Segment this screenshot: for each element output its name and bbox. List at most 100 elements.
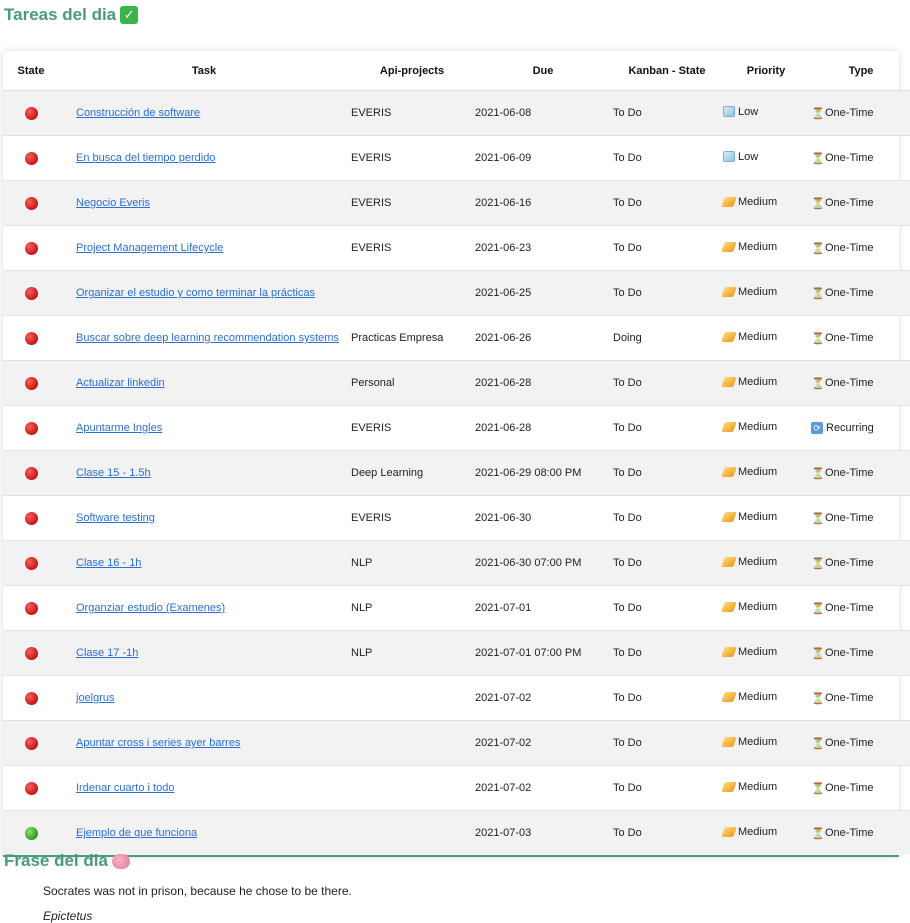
type-label: Recurring — [826, 422, 874, 435]
due-cell: 2021-06-08 — [474, 90, 612, 136]
type-label: One-Time — [825, 557, 874, 569]
priority-medium-icon — [722, 332, 737, 342]
project-cell: EVERIS — [350, 225, 474, 271]
state-cell — [3, 495, 59, 541]
task-link[interactable]: Apuntarme Ingles — [76, 422, 162, 434]
state-cell — [3, 90, 59, 136]
priority-label: Medium — [738, 691, 778, 703]
task-cell: Construcción de software — [59, 90, 350, 136]
hourglass-icon: ⏳ — [811, 467, 825, 480]
task-link[interactable]: Organziar estudio (Examenes) — [76, 602, 225, 614]
priority-medium-icon — [722, 377, 737, 387]
type-cell: ⏳ One-Time — [810, 720, 910, 766]
kanban-state-cell: To Do — [612, 630, 722, 676]
due-cell: 2021-06-29 08:00 PM — [474, 450, 612, 496]
task-link[interactable]: Clase 17 -1h — [76, 647, 138, 659]
priority-medium-icon — [722, 557, 737, 567]
priority-medium-icon — [722, 827, 737, 837]
type-label: One-Time — [825, 782, 874, 794]
kanban-state-cell: Doing — [612, 315, 722, 361]
column-header-project[interactable]: Api-projects — [350, 51, 474, 91]
column-header-task[interactable]: Task — [59, 51, 350, 91]
table-row: Buscar sobre deep learning recommendatio… — [3, 315, 910, 361]
priority-label: Medium — [738, 376, 778, 388]
priority-label: Medium — [738, 556, 778, 568]
type-label: One-Time — [825, 287, 874, 299]
red-status-dot-icon — [24, 151, 38, 165]
column-header-type[interactable]: Type — [810, 51, 910, 91]
task-cell: Ejemplo de que funciona — [59, 810, 350, 855]
priority-cell: Low — [722, 135, 810, 181]
task-link[interactable]: Clase 16 - 1h — [76, 557, 141, 569]
state-cell — [3, 180, 59, 226]
priority-label: Low — [738, 105, 759, 118]
check-mark-icon: ✓ — [120, 6, 139, 24]
column-header-state[interactable]: State — [3, 51, 59, 91]
priority-medium-icon — [722, 422, 737, 432]
task-link[interactable]: Software testing — [76, 512, 155, 524]
priority-cell: Medium — [722, 270, 810, 316]
red-status-dot-icon — [24, 781, 38, 795]
task-link[interactable]: Ejemplo de que funciona — [76, 827, 197, 839]
task-link[interactable]: Organizar el estudio y como terminar la … — [76, 287, 315, 299]
column-header-due[interactable]: Due — [474, 51, 612, 91]
priority-label: Medium — [738, 736, 778, 748]
red-status-dot-icon — [24, 196, 38, 210]
priority-cell: Medium — [722, 720, 810, 766]
kanban-state-cell: To Do — [612, 585, 722, 631]
priority-medium-icon — [722, 782, 737, 792]
priority-cell: Medium — [722, 630, 810, 676]
task-link[interactable]: joelgrus — [76, 692, 115, 704]
type-label: One-Time — [825, 737, 874, 749]
task-link[interactable]: Buscar sobre deep learning recommendatio… — [76, 332, 339, 344]
column-header-priority[interactable]: Priority — [722, 51, 810, 91]
project-cell — [350, 675, 474, 721]
kanban-state-cell: To Do — [612, 450, 722, 496]
due-cell: 2021-07-02 — [474, 720, 612, 766]
task-link[interactable]: En busca del tiempo perdido — [76, 152, 215, 164]
priority-cell: Medium — [722, 540, 810, 586]
type-label: One-Time — [825, 332, 874, 344]
hourglass-icon: ⏳ — [811, 152, 825, 165]
project-cell: NLP — [350, 540, 474, 586]
task-link[interactable]: Clase 15 - 1.5h — [76, 467, 151, 479]
type-cell: ⏳ One-Time — [810, 675, 910, 721]
type-cell: ⏳ One-Time — [810, 585, 910, 631]
type-cell: ⏳ One-Time — [810, 450, 910, 496]
column-header-kanban-state[interactable]: Kanban - State — [612, 51, 722, 91]
type-cell: ⏳ One-Time — [810, 90, 910, 136]
project-cell: NLP — [350, 630, 474, 676]
state-cell — [3, 270, 59, 316]
state-cell — [3, 810, 59, 855]
task-cell: Project Management Lifecycle — [59, 225, 350, 271]
table-row: Apuntarme Ingles EVERIS 2021-06-28 To Do Med… — [3, 405, 910, 451]
task-link[interactable]: Irdenar cuarto i todo — [76, 782, 174, 794]
table-row: Irdenar cuarto i todo 2021-07-02 To Do Medi… — [3, 765, 910, 811]
kanban-state-cell: To Do — [612, 675, 722, 721]
task-link[interactable]: Negocio Everis — [76, 197, 150, 209]
priority-label: Medium — [738, 421, 778, 433]
tasks-table: State Task Api-projects Due Kanban - Sta… — [3, 51, 910, 855]
task-link[interactable]: Apuntar cross i series ayer barres — [76, 737, 240, 749]
task-link[interactable]: Actualizar linkedin — [76, 377, 165, 389]
task-link[interactable]: Project Management Lifecycle — [76, 242, 223, 254]
priority-cell: Medium — [722, 765, 810, 811]
kanban-state-cell: To Do — [612, 180, 722, 226]
task-link[interactable]: Construcción de software — [76, 107, 200, 119]
priority-label: Medium — [738, 511, 778, 523]
table-row: En busca del tiempo perdido EVERIS 2021-06… — [3, 135, 910, 181]
priority-cell: Medium — [722, 585, 810, 631]
type-cell: ⏳ One-Time — [810, 225, 910, 271]
priority-medium-icon — [722, 467, 737, 477]
type-cell: ⏳ One-Time — [810, 630, 910, 676]
hourglass-icon: ⏳ — [811, 557, 825, 570]
table-row: Clase 15 - 1.5h Deep Learning 2021-06-29 0… — [3, 450, 910, 496]
priority-label: Medium — [738, 646, 778, 658]
green-status-dot-icon — [24, 826, 38, 840]
red-status-dot-icon — [24, 646, 38, 660]
red-status-dot-icon — [24, 376, 38, 390]
table-row: Software testing EVERIS 2021-06-30 To Do Med… — [3, 495, 910, 541]
state-cell — [3, 315, 59, 361]
tasks-title-text: Tareas del dia — [4, 5, 117, 24]
priority-label: Medium — [738, 466, 778, 478]
